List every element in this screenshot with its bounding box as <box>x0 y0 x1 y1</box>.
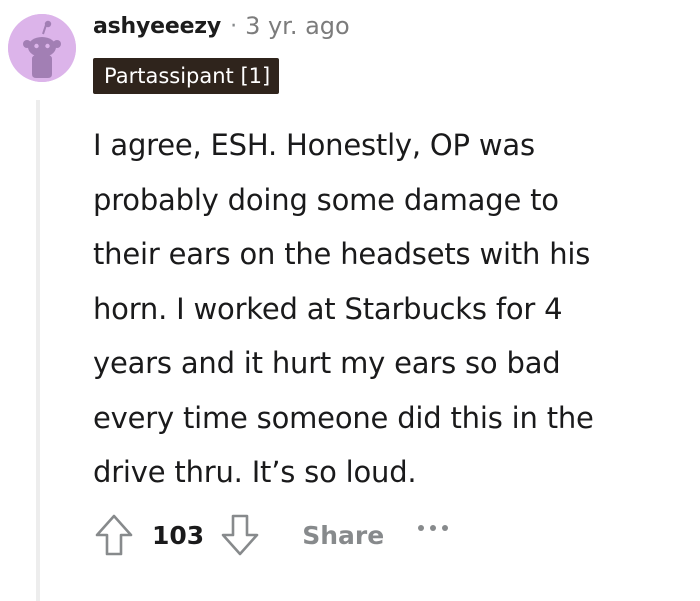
user-flair: Partassipant [1] <box>93 58 280 94</box>
comment-line: horn. I worked at Starbucks for 4 <box>93 291 563 326</box>
comment-actions: 103 Share <box>88 506 449 564</box>
avatar[interactable] <box>8 14 76 82</box>
more-options-icon <box>430 525 437 531</box>
meta-separator: · <box>230 13 238 39</box>
comment-line: drive thru. It’s so loud. <box>93 455 417 489</box>
more-options-icon <box>418 525 425 531</box>
more-options-icon <box>442 525 449 531</box>
comment-meta: ashyeeezy · 3 yr. ago <box>93 8 350 44</box>
comment-timestamp[interactable]: 3 yr. ago <box>245 12 350 40</box>
comment-line: their ears on the headsets with his <box>93 237 591 271</box>
more-options-button[interactable] <box>418 506 449 564</box>
comment-line: I agree, ESH. Honestly, OP was <box>93 128 535 162</box>
comment-body: I agree, ESH. Honestly, OP was probably … <box>93 118 693 500</box>
author-username[interactable]: ashyeeezy <box>93 14 221 39</box>
downvote-button[interactable] <box>214 506 266 564</box>
upvote-button[interactable] <box>88 506 140 564</box>
vote-count: 103 <box>152 520 205 550</box>
comment-line: years and it hurt my ears so bad <box>93 346 561 380</box>
comment-line: every time someone did this in the <box>93 400 594 435</box>
thread-line[interactable] <box>36 100 40 601</box>
comment-line: probably doing some damage to <box>93 182 559 217</box>
share-button[interactable]: Share <box>302 521 384 550</box>
downvote-arrow-icon <box>221 514 259 556</box>
upvote-arrow-icon <box>95 514 133 556</box>
snoo-avatar-icon <box>8 14 76 82</box>
